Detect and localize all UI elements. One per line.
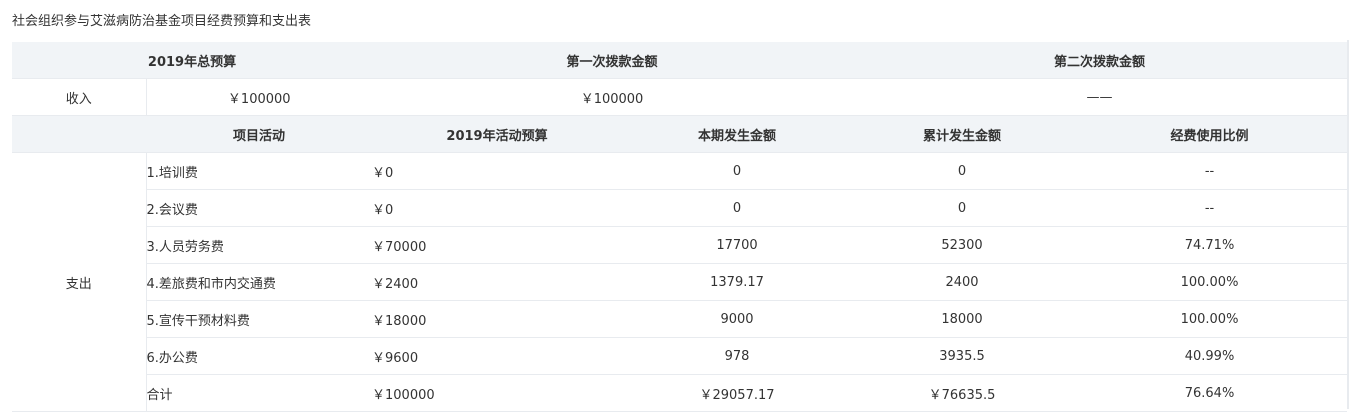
header-total-budget: 2019年总预算 <box>12 42 372 79</box>
row-current: 9000 <box>622 300 853 338</box>
total-row: 合计 ￥100000 ￥29057.17 ￥76635.5 76.64% <box>12 374 1348 412</box>
row-current: 978 <box>622 337 853 375</box>
header-current-amount: 本期发生金额 <box>622 115 853 153</box>
table-row: 3.人员劳务费 ￥70000 17700 52300 74.71% <box>12 226 1348 264</box>
row-ratio: 100.00% <box>1072 300 1348 338</box>
table-row: 5.宣传干预材料费 ￥18000 9000 18000 100.00% <box>12 300 1348 338</box>
row-budget: ￥0 <box>372 189 622 227</box>
budget-table: 2019年总预算 第一次拨款金额 第二次拨款金额 收入 ￥100000 ￥100… <box>12 42 1348 412</box>
row-ratio: 74.71% <box>1072 226 1348 264</box>
row-ratio: -- <box>1072 152 1348 190</box>
row-cumulative: 2400 <box>852 263 1073 301</box>
row-cumulative: 0 <box>852 152 1073 190</box>
expense-header-row: 项目活动 2019年活动预算 本期发生金额 累计发生金额 经费使用比例 <box>12 115 1348 153</box>
expense-label: 支出 <box>12 152 147 412</box>
row-cumulative: 52300 <box>852 226 1073 264</box>
income-total-budget: ￥100000 <box>146 78 372 116</box>
row-current: ￥29057.17 <box>622 374 853 412</box>
header-second-grant: 第二次拨款金额 <box>852 42 1348 79</box>
row-budget: ￥100000 <box>372 374 622 412</box>
row-item: 1.培训费 <box>146 152 372 190</box>
income-row: 收入 ￥100000 ￥100000 —— <box>12 78 1348 116</box>
row-ratio: 40.99% <box>1072 337 1348 375</box>
row-current: 17700 <box>622 226 853 264</box>
row-budget: ￥18000 <box>372 300 622 338</box>
row-item: 合计 <box>146 374 372 412</box>
page-title: 社会组织参与艾滋病防治基金项目经费预算和支出表 <box>12 14 312 29</box>
top-header-row: 2019年总预算 第一次拨款金额 第二次拨款金额 <box>12 42 1348 79</box>
row-item: 3.人员劳务费 <box>146 226 372 264</box>
row-cumulative: 3935.5 <box>852 337 1073 375</box>
table-row: 4.差旅费和市内交通费 ￥2400 1379.17 2400 100.00% <box>12 263 1348 301</box>
row-item: 6.办公费 <box>146 337 372 375</box>
row-current: 1379.17 <box>622 263 853 301</box>
income-first-grant: ￥100000 <box>372 78 853 116</box>
income-label: 收入 <box>12 78 147 116</box>
table-row: 6.办公费 ￥9600 978 3935.5 40.99% <box>12 337 1348 375</box>
row-cumulative: 0 <box>852 189 1073 227</box>
income-second-grant: —— <box>852 78 1348 116</box>
table-row: 2.会议费 ￥0 0 0 -- <box>12 189 1348 227</box>
header-cumulative-amount: 累计发生金额 <box>852 115 1073 153</box>
row-ratio: 76.64% <box>1072 374 1348 412</box>
row-current: 0 <box>622 152 853 190</box>
row-item: 4.差旅费和市内交通费 <box>146 263 372 301</box>
row-item: 5.宣传干预材料费 <box>146 300 372 338</box>
row-ratio: 100.00% <box>1072 263 1348 301</box>
header-activity: 项目活动 <box>146 115 372 153</box>
row-cumulative: 18000 <box>852 300 1073 338</box>
row-item: 2.会议费 <box>146 189 372 227</box>
row-budget: ￥9600 <box>372 337 622 375</box>
row-budget: ￥70000 <box>372 226 622 264</box>
row-budget: ￥0 <box>372 152 622 190</box>
table-row: 支出 1.培训费 ￥0 0 0 -- <box>12 152 1348 412</box>
header-activity-budget: 2019年活动预算 <box>372 115 622 153</box>
row-budget: ￥2400 <box>372 263 622 301</box>
row-current: 0 <box>622 189 853 227</box>
row-cumulative: ￥76635.5 <box>852 374 1073 412</box>
header-usage-ratio: 经费使用比例 <box>1072 115 1348 153</box>
header-first-grant: 第一次拨款金额 <box>372 42 853 79</box>
row-ratio: -- <box>1072 189 1348 227</box>
